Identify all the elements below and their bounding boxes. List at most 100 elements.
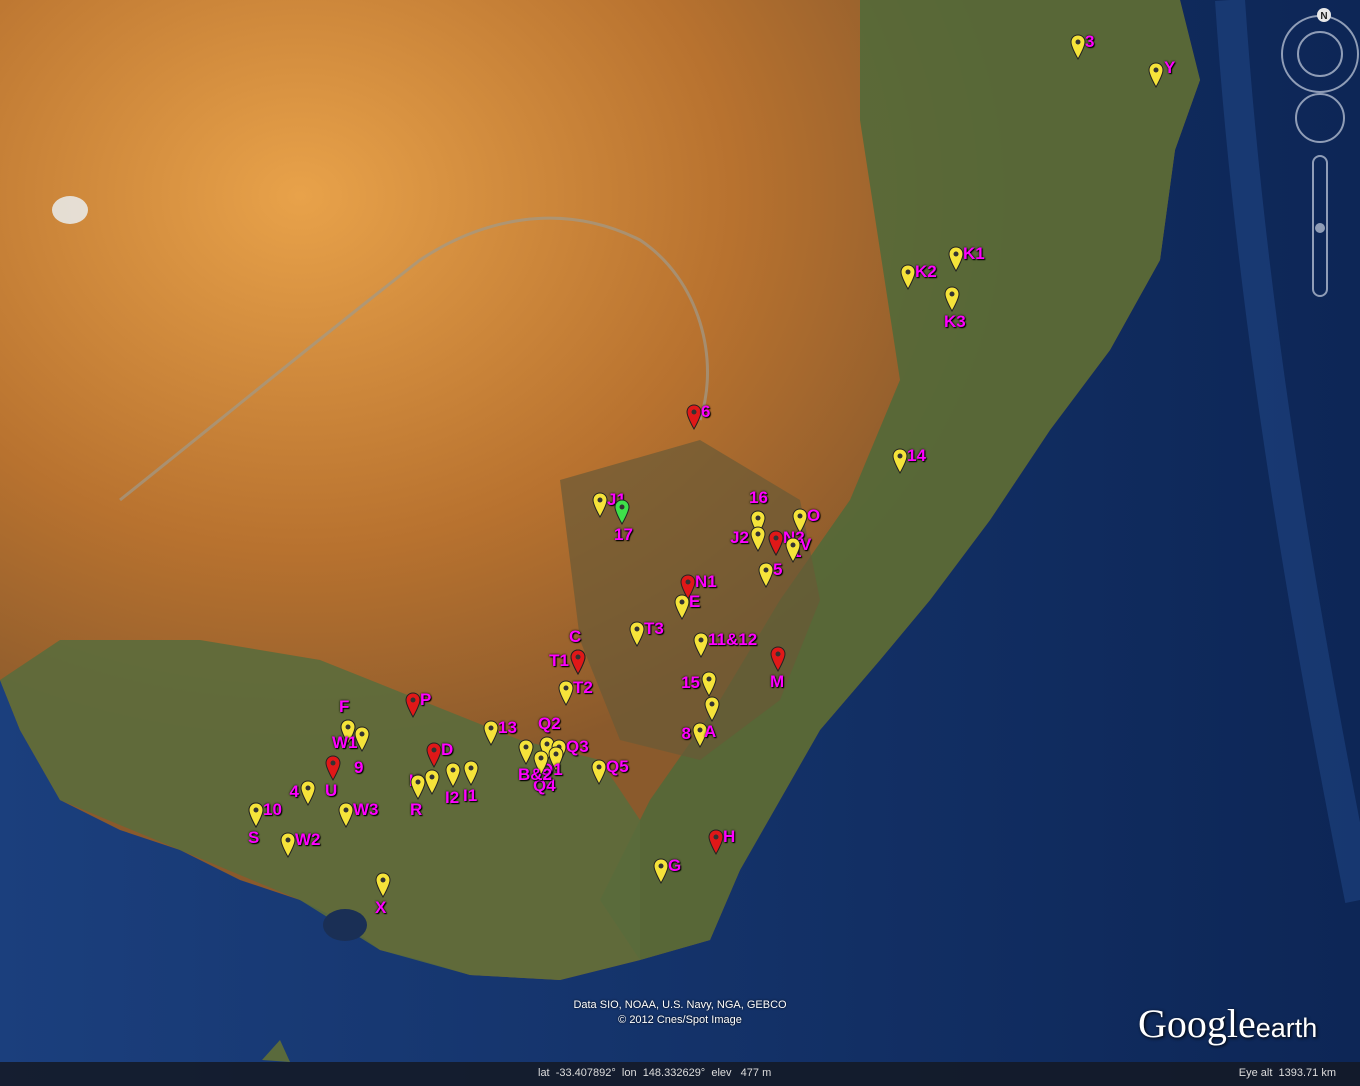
map-pin-icon[interactable] <box>629 621 645 647</box>
map-pin-icon[interactable] <box>758 562 774 588</box>
placemark-label: Y <box>1164 58 1176 77</box>
placemark-label: K3 <box>944 312 966 331</box>
map-pin-icon[interactable] <box>375 872 391 898</box>
map-pin-icon[interactable] <box>674 594 690 620</box>
map-pin-icon[interactable] <box>300 780 316 806</box>
map-pin-icon[interactable] <box>354 726 370 752</box>
map-pin-icon[interactable] <box>570 649 586 675</box>
map-pin-icon[interactable] <box>591 759 607 785</box>
placemark[interactable]: G <box>653 856 681 885</box>
placemark[interactable]: 6 <box>686 402 710 431</box>
placemark[interactable]: 11&12 <box>693 630 757 659</box>
map-pin-icon[interactable] <box>424 769 440 795</box>
placemark[interactable]: K2 <box>900 262 937 291</box>
map-pin-icon[interactable] <box>338 802 354 828</box>
placemark-label: 4 <box>289 782 299 801</box>
map-pin-icon[interactable] <box>325 755 341 781</box>
map-pin-icon[interactable] <box>463 760 479 786</box>
map-pin-icon[interactable] <box>704 696 720 722</box>
map-pin-icon[interactable] <box>944 286 960 312</box>
map-pin-icon[interactable] <box>686 404 702 430</box>
logo-sub: earth <box>1255 1013 1318 1043</box>
map-pin-icon[interactable] <box>701 671 717 697</box>
map-pin-icon[interactable] <box>592 492 608 518</box>
look-control[interactable]: N <box>1281 8 1359 93</box>
map-pin-icon[interactable] <box>948 246 964 272</box>
map-pin-icon[interactable] <box>426 742 442 768</box>
placemark[interactable]: J2 <box>730 526 766 553</box>
placemark[interactable]: 13 <box>483 718 517 747</box>
placemark-label: N1 <box>695 572 717 591</box>
placemark-label: A <box>704 722 717 741</box>
placemark-label: B&2 <box>518 765 553 784</box>
placemark-label: 11&12 <box>708 630 758 649</box>
placemark-label: P <box>420 690 432 709</box>
map-pin-icon[interactable] <box>768 530 784 556</box>
placemark[interactable]: T3 <box>629 619 664 648</box>
satellite-map[interactable]: 3YK1K2K3614J11716OJ2N21V5N1ET311&12CT1T2… <box>0 0 1360 1086</box>
map-pin-icon[interactable] <box>280 832 296 858</box>
logo-main: Google <box>1138 1001 1256 1046</box>
placemark[interactable]: Q5 <box>591 757 629 786</box>
map-pin-icon[interactable] <box>410 774 426 800</box>
placemark[interactable]: P <box>405 690 431 719</box>
map-pin-icon[interactable] <box>558 680 574 706</box>
placemark-label: H <box>723 827 736 846</box>
placemark[interactable]: 8 <box>682 722 708 749</box>
placemark[interactable]: Q1 <box>540 746 564 779</box>
placemark[interactable]: I3 <box>409 769 440 796</box>
placemark[interactable]: 5 <box>758 560 782 589</box>
compass-north-icon: N <box>1320 11 1327 22</box>
map-pin-icon[interactable] <box>1148 62 1164 88</box>
map-pin-icon[interactable] <box>518 739 534 765</box>
placemark[interactable]: T2 <box>558 678 593 707</box>
placemark[interactable]: Y <box>1148 58 1175 89</box>
placemark[interactable]: X <box>375 872 391 917</box>
placemark-label: 5 <box>773 560 783 579</box>
placemark[interactable]: E <box>674 592 700 621</box>
map-pin-icon[interactable] <box>770 646 786 672</box>
move-control[interactable] <box>1295 93 1345 143</box>
map-pin-icon[interactable] <box>708 829 724 855</box>
map-pin-icon[interactable] <box>1070 34 1086 60</box>
placemark[interactable]: W3 <box>338 800 379 829</box>
map-pin-icon[interactable] <box>892 448 908 474</box>
map-pin-icon[interactable] <box>750 526 766 552</box>
map-pin-icon[interactable] <box>483 720 499 746</box>
placemark[interactable]: I2 <box>445 762 461 807</box>
map-pin-icon[interactable] <box>445 762 461 788</box>
placemark[interactable]: W1 <box>332 719 358 752</box>
map-pin-icon[interactable] <box>693 632 709 658</box>
navigation-controls[interactable]: N <box>1280 6 1360 306</box>
placemark[interactable]: W2 <box>280 830 321 859</box>
zoom-slider[interactable] <box>1312 155 1328 297</box>
placemark[interactable]: T1 <box>549 649 586 676</box>
placemark[interactable]: J1 <box>592 490 626 519</box>
placemark[interactable]: 14 <box>892 446 926 475</box>
map-pin-icon[interactable] <box>405 692 421 718</box>
placemark[interactable]: K1 <box>948 244 985 273</box>
placemark[interactable]: 9 <box>354 726 370 777</box>
zoom-handle-icon <box>1315 223 1325 233</box>
placemark[interactable]: H <box>708 827 735 856</box>
bay <box>323 909 367 941</box>
placemark[interactable]: S <box>248 802 264 847</box>
placemark[interactable]: 17 <box>614 499 633 544</box>
map-pin-icon[interactable] <box>248 802 264 828</box>
placemark[interactable]: 3 <box>1070 32 1094 61</box>
placemark[interactable]: R <box>410 774 426 819</box>
placemark[interactable]: 4 <box>290 780 316 807</box>
map-pin-icon[interactable] <box>614 499 630 525</box>
placemark[interactable]: A <box>704 696 720 741</box>
map-pin-icon[interactable] <box>785 537 801 563</box>
placemark[interactable]: V <box>785 535 811 564</box>
map-pin-icon[interactable] <box>653 858 669 884</box>
placemark[interactable]: B&2 <box>518 739 552 784</box>
placemark[interactable]: I1 <box>463 760 479 805</box>
placemark[interactable]: K3 <box>944 286 966 331</box>
placemark[interactable]: U <box>325 755 341 800</box>
map-pin-icon[interactable] <box>900 264 916 290</box>
placemark[interactable]: M <box>770 646 786 691</box>
placemark[interactable]: 1 <box>768 530 801 561</box>
placemark-label: S <box>248 828 260 847</box>
